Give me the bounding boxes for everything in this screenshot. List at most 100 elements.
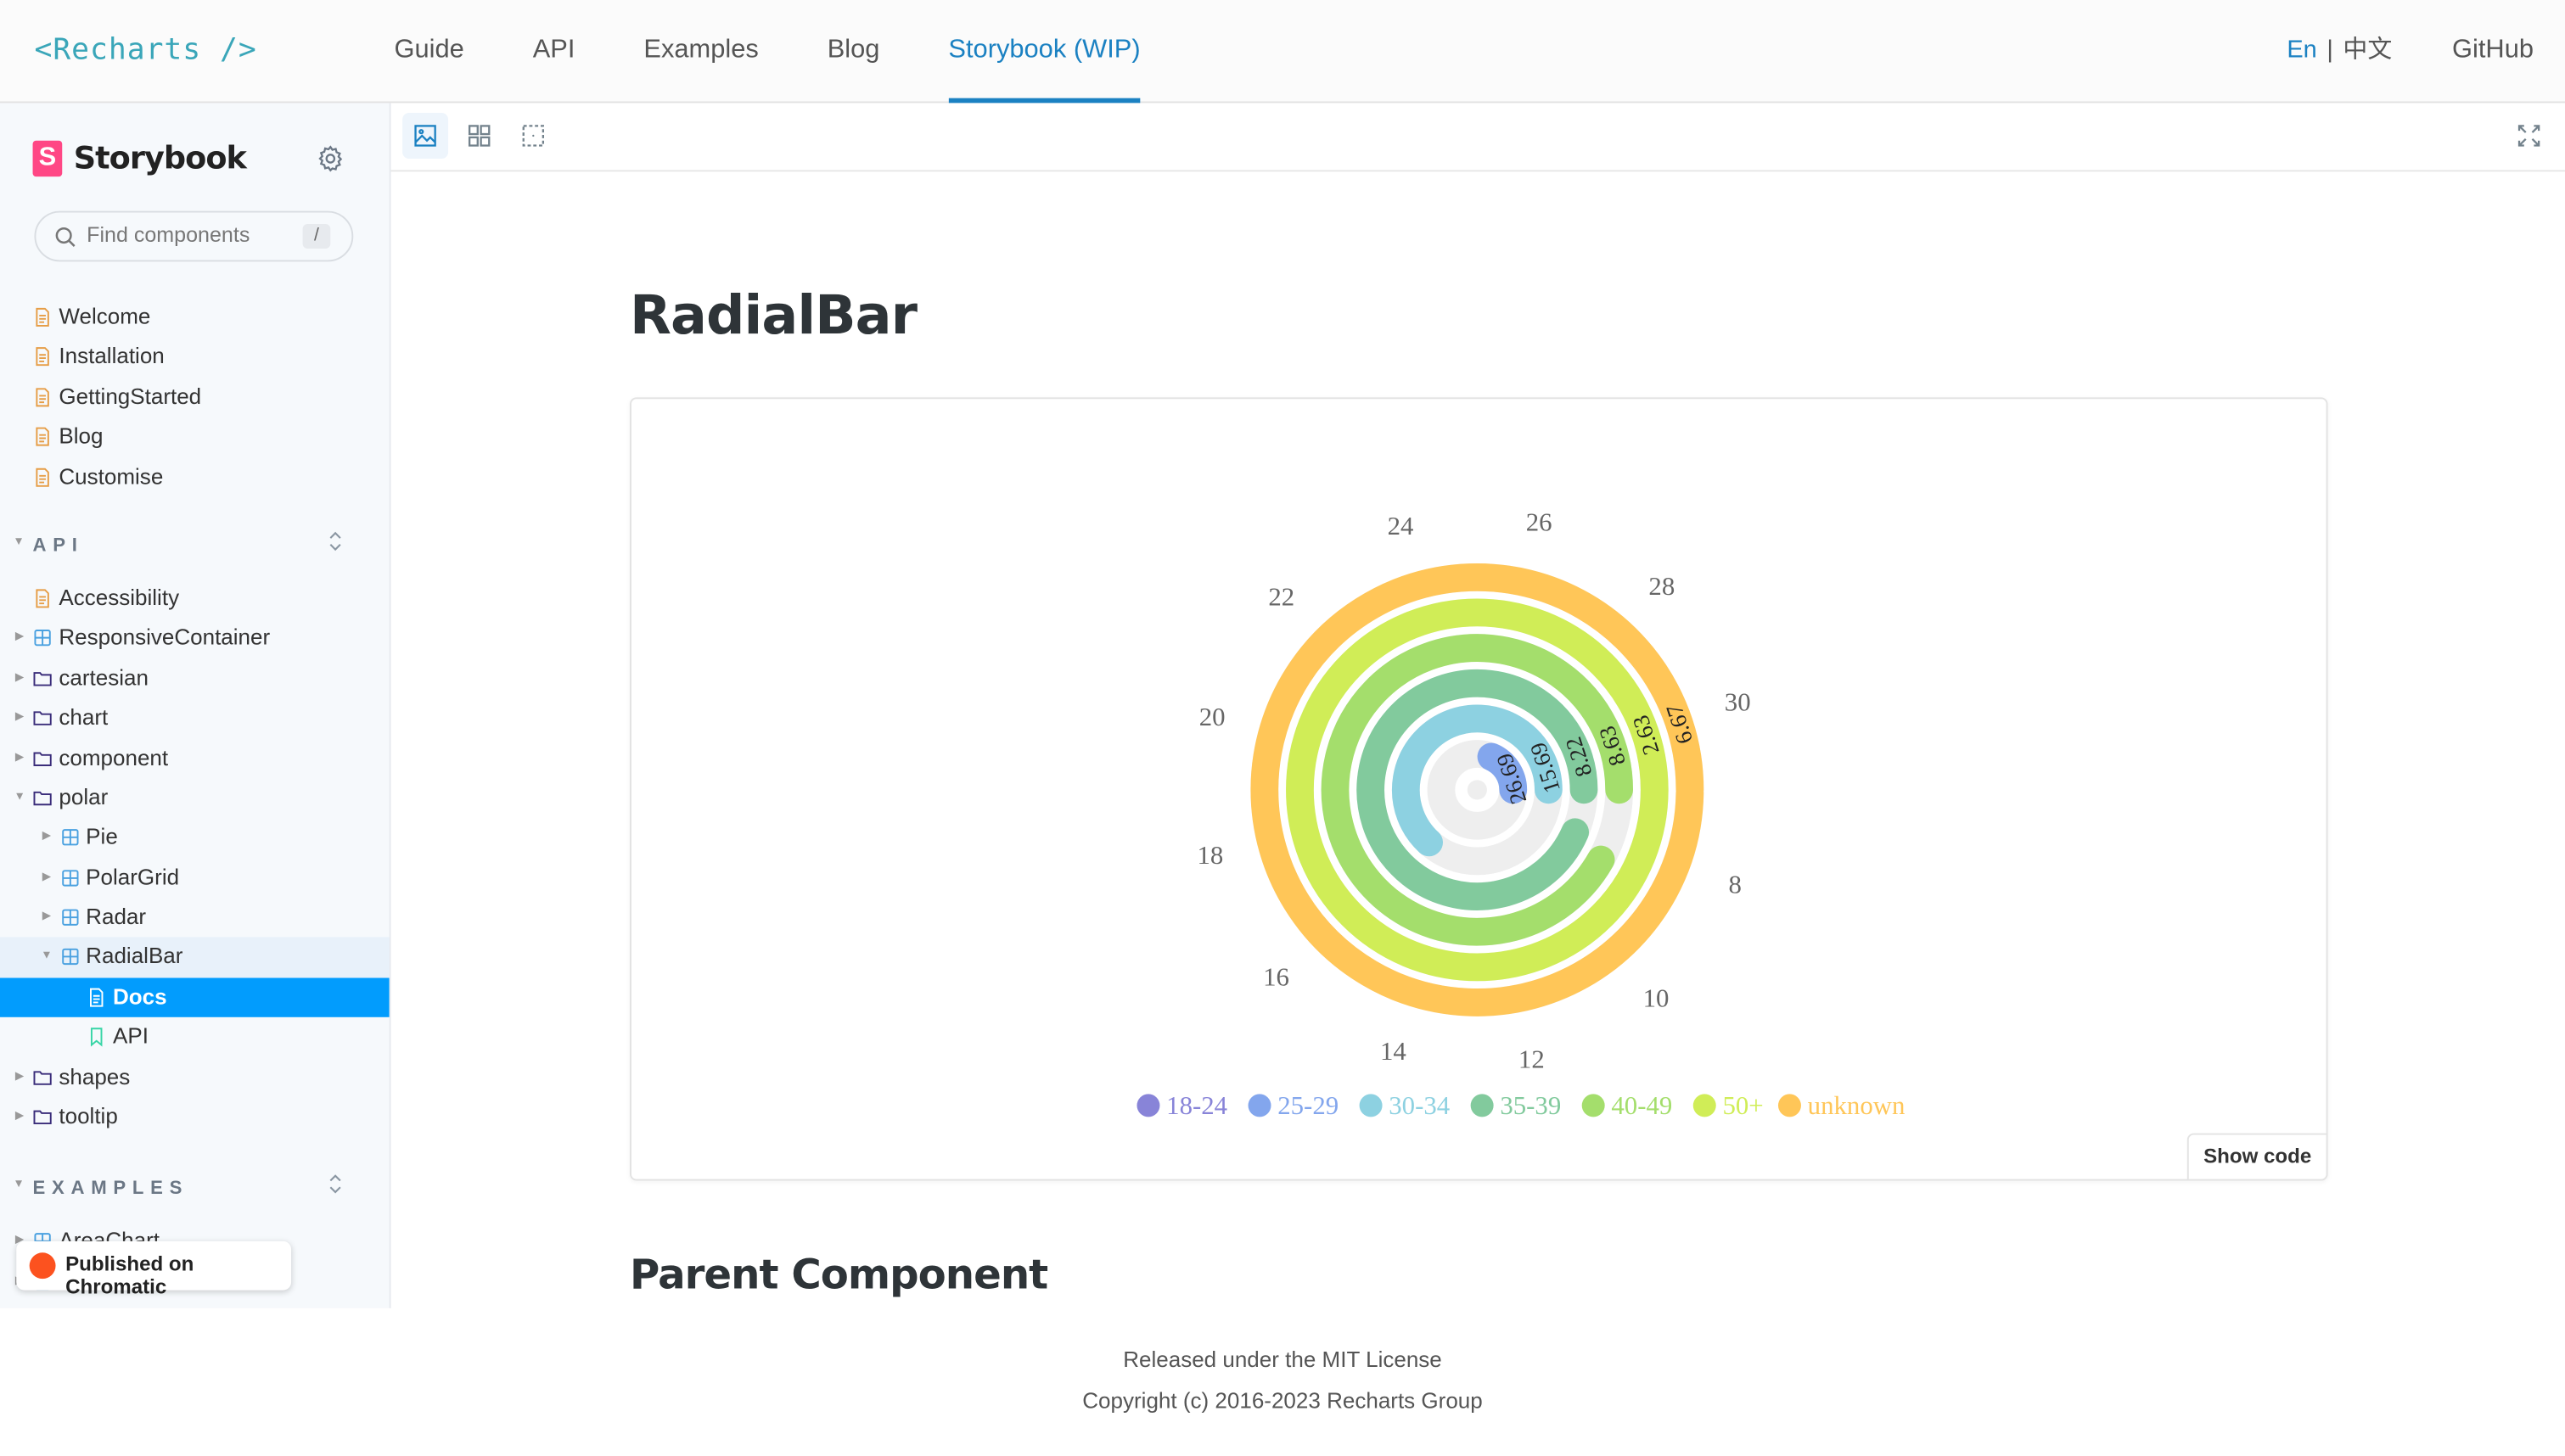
caret-right-icon[interactable]: ▶ — [13, 1057, 25, 1097]
published-on-chromatic-badge[interactable]: Published on Chromatic — [16, 1240, 292, 1298]
lang-zh-link[interactable]: 中文 — [2343, 36, 2392, 64]
lang-separator: | — [2326, 36, 2333, 64]
page: <Recharts /> Guide API Examples Blog Storybo… — [0, 0, 2565, 1456]
recharts-logo[interactable]: <Recharts /> — [34, 33, 256, 67]
legend-label[interactable]: 35-39 — [1500, 1091, 1561, 1120]
document-icon — [36, 589, 49, 608]
component-icon — [34, 630, 51, 647]
caret-down-icon[interactable]: ▼ — [13, 536, 31, 547]
image-icon — [414, 125, 436, 147]
document-icon — [36, 467, 49, 486]
sidebar-item-label: chart — [59, 704, 109, 730]
sidebar-item-api[interactable]: API — [0, 1017, 390, 1057]
legend-marker-40-49 — [1581, 1094, 1605, 1117]
sidebar-item-blog[interactable]: Blog — [0, 417, 390, 457]
sidebar-item-docs[interactable]: Docs — [0, 977, 390, 1018]
sidebar-section-examples[interactable]: ▼ EXAMPLES — [0, 1156, 390, 1222]
legend-marker-18-24 — [1137, 1094, 1160, 1117]
nav-links: Guide API Examples Blog Storybook (WIP) — [394, 0, 1209, 104]
bar-background-18-24 — [1467, 780, 1487, 800]
grid-view-button[interactable] — [457, 113, 502, 159]
caret-down-icon[interactable]: ▼ — [13, 1179, 31, 1190]
legend-label[interactable]: unknown — [1808, 1091, 1906, 1120]
legend-label[interactable]: 18-24 — [1166, 1091, 1227, 1120]
sidebar-item-label: Blog — [59, 423, 104, 449]
caret-right-icon[interactable]: ▶ — [13, 619, 25, 658]
caret-down-icon[interactable]: ▼ — [40, 938, 53, 977]
caret-right-icon[interactable]: ▶ — [40, 898, 53, 938]
caret-right-icon[interactable]: ▶ — [13, 1302, 25, 1308]
sidebar-item-label: component — [59, 744, 169, 770]
settings-gear-icon[interactable] — [316, 144, 345, 174]
fullscreen-icon[interactable] — [2517, 124, 2540, 147]
expand-collapse-icon[interactable] — [327, 1173, 343, 1196]
canvas-view-button[interactable] — [402, 112, 449, 159]
sidebar-item-label: PolarGrid — [86, 864, 180, 889]
sidebar-item-label: ResponsiveContainer — [59, 624, 271, 650]
page-title: RadialBar — [630, 283, 918, 347]
show-code-button[interactable]: Show code — [2186, 1133, 2328, 1181]
sidebar-item-accessibility[interactable]: Accessibility — [0, 579, 390, 619]
storybook-title: Storybook — [73, 140, 247, 177]
sidebar-item-label: GettingStarted — [59, 384, 202, 409]
document-icon — [36, 387, 49, 406]
sidebar-item-installation[interactable]: Installation — [0, 338, 390, 378]
folder-icon — [33, 751, 52, 766]
sidebar-item-label: Radar — [86, 904, 147, 929]
nav-link-blog[interactable]: Blog — [828, 0, 880, 101]
github-link[interactable]: GitHub — [2452, 0, 2534, 101]
bar-value-label: 2.63 — [1627, 712, 1664, 758]
sidebar-item-radialbar[interactable]: ▼ RadialBar — [0, 938, 390, 978]
language-switcher: En | 中文 — [2287, 0, 2392, 101]
document-icon — [36, 347, 49, 367]
caret-right-icon[interactable]: ▶ — [13, 738, 25, 778]
component-icon — [61, 829, 78, 846]
sidebar-item-welcome[interactable]: Welcome — [0, 298, 390, 338]
nav-link-storybook-wip[interactable]: Storybook (WIP) — [948, 0, 1142, 104]
legend-marker-35-39 — [1470, 1094, 1494, 1117]
sidebar-item-customise[interactable]: Customise — [0, 457, 390, 497]
search-shortcut-key: / — [302, 224, 331, 249]
legend-label[interactable]: 25-29 — [1277, 1091, 1339, 1120]
sidebar-item-component[interactable]: ▶ component — [0, 738, 390, 778]
legend-label[interactable]: 30-34 — [1389, 1091, 1450, 1120]
storybook-brand[interactable]: S Storybook — [32, 140, 247, 177]
nav-link-api[interactable]: API — [533, 0, 575, 101]
angle-axis-tick-label: 10 — [1643, 984, 1670, 1013]
sidebar-item-tooltip[interactable]: ▶ tooltip — [0, 1097, 390, 1137]
angle-axis-tick-label: 28 — [1648, 572, 1675, 601]
lang-en-link[interactable]: En — [2287, 36, 2316, 64]
folder-icon — [33, 791, 52, 806]
section-title: EXAMPLES — [32, 1179, 189, 1200]
sidebar-item-radar[interactable]: ▶ Radar — [0, 898, 390, 938]
legend-label[interactable]: 40-49 — [1611, 1091, 1672, 1120]
find-components-search[interactable]: Find components / — [34, 210, 354, 262]
caret-right-icon[interactable]: ▶ — [40, 818, 53, 858]
sidebar-item-polargrid[interactable]: ▶ PolarGrid — [0, 858, 390, 898]
sidebar-item-chart[interactable]: ▶ chart — [0, 698, 390, 738]
caret-right-icon[interactable]: ▶ — [40, 858, 53, 898]
chromatic-logo-icon — [29, 1252, 56, 1280]
caret-right-icon[interactable]: ▶ — [13, 698, 25, 738]
expand-collapse-icon[interactable] — [327, 529, 343, 552]
sidebar-item-responsivecontainer[interactable]: ▶ ResponsiveContainer — [0, 619, 390, 658]
legend-label[interactable]: 50+ — [1722, 1091, 1763, 1120]
nav-link-guide[interactable]: Guide — [394, 0, 463, 101]
sidebar-item-label: Welcome — [59, 304, 151, 329]
caret-right-icon[interactable]: ▶ — [13, 1097, 25, 1137]
sidebar-section-api[interactable]: ▼ API — [0, 513, 390, 579]
outline-button[interactable] — [510, 113, 556, 159]
sidebar-item-composedchart[interactable]: ▶ ComposedChart — [0, 1302, 390, 1308]
sidebar-item-pie[interactable]: ▶ Pie — [0, 818, 390, 858]
bar-value-label: 6.67 — [1661, 701, 1698, 747]
bar-value-label: 8.63 — [1594, 723, 1630, 769]
sidebar-item-gettingstarted[interactable]: GettingStarted — [0, 378, 390, 417]
nav-link-examples[interactable]: Examples — [643, 0, 758, 101]
sidebar-item-polar[interactable]: ▼ polar — [0, 778, 390, 818]
sidebar-item-shapes[interactable]: ▶ shapes — [0, 1057, 390, 1097]
caret-down-icon[interactable]: ▼ — [13, 778, 25, 818]
footer-copyright: Copyright (c) 2016-2023 Recharts Group — [1082, 1388, 1483, 1414]
preview-toolbar — [390, 103, 2565, 172]
sidebar-item-cartesian[interactable]: ▶ cartesian — [0, 658, 390, 698]
caret-right-icon[interactable]: ▶ — [13, 658, 25, 698]
